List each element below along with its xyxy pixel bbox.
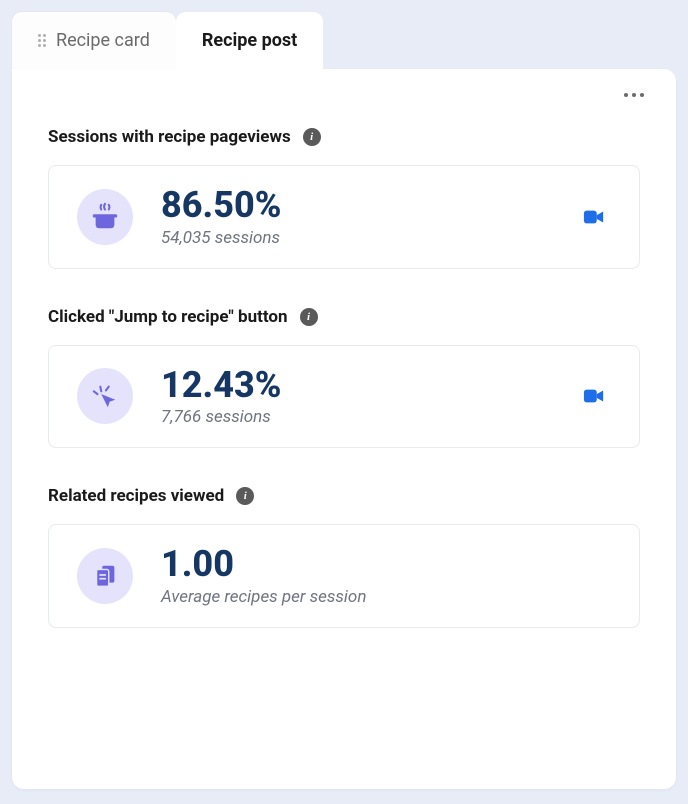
metric: 1.00 Average recipes per session [161, 545, 611, 607]
section-title: Clicked "Jump to recipe" button [48, 307, 288, 327]
section-title: Related recipes viewed [48, 486, 224, 506]
tab-recipe-card[interactable]: Recipe card [12, 12, 176, 69]
metric-value: 86.50% [161, 186, 549, 226]
section-pageviews: Sessions with recipe pageviews i 86.50% … [48, 127, 640, 269]
tab-label: Recipe post [202, 30, 297, 51]
info-icon[interactable]: i [236, 487, 254, 505]
camera-icon[interactable] [577, 201, 611, 233]
section-header: Clicked "Jump to recipe" button i [48, 307, 640, 327]
tab-recipe-post[interactable]: Recipe post [176, 12, 323, 69]
camera-icon[interactable] [577, 380, 611, 412]
metric-card: 86.50% 54,035 sessions [48, 165, 640, 269]
info-icon[interactable]: i [300, 308, 318, 326]
pot-icon [77, 189, 133, 245]
metric-value: 1.00 [161, 545, 611, 585]
section-related: Related recipes viewed i 1.00 Average re… [48, 486, 640, 628]
more-options-icon[interactable] [620, 89, 648, 101]
panel: Sessions with recipe pageviews i 86.50% … [12, 69, 676, 789]
section-jump: Clicked "Jump to recipe" button i 12.43%… [48, 307, 640, 449]
tab-label: Recipe card [56, 30, 150, 51]
click-icon [77, 368, 133, 424]
metric: 12.43% 7,766 sessions [161, 366, 549, 428]
info-icon[interactable]: i [303, 128, 321, 146]
drag-handle-icon[interactable] [38, 34, 46, 47]
metric-value: 12.43% [161, 366, 549, 406]
metric: 86.50% 54,035 sessions [161, 186, 549, 248]
section-header: Related recipes viewed i [48, 486, 640, 506]
metric-card: 1.00 Average recipes per session [48, 524, 640, 628]
metric-sub: 54,035 sessions [161, 228, 549, 248]
metric-card: 12.43% 7,766 sessions [48, 345, 640, 449]
metric-sub: 7,766 sessions [161, 407, 549, 427]
section-title: Sessions with recipe pageviews [48, 127, 291, 147]
tabs-bar: Recipe card Recipe post [12, 12, 676, 69]
section-header: Sessions with recipe pageviews i [48, 127, 640, 147]
metric-sub: Average recipes per session [161, 587, 611, 607]
document-icon [77, 548, 133, 604]
